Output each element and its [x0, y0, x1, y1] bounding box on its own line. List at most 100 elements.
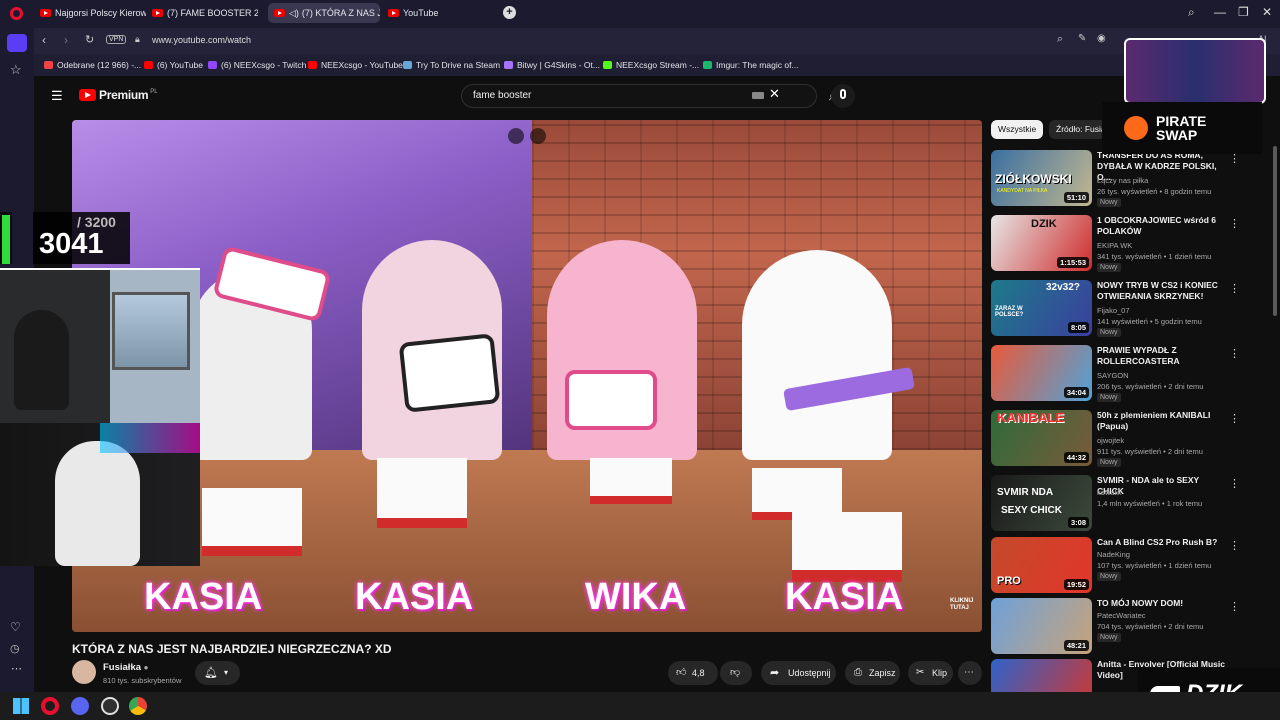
chrome-taskbar-icon[interactable]	[129, 697, 147, 715]
camera-icon[interactable]: ◉	[1097, 33, 1106, 44]
video-thumbnail[interactable]: 34:04	[991, 345, 1092, 401]
recommendation-item[interactable]: PRO 19:52 Can A Blind CS2 Pro Rush B? Nad…	[991, 537, 1280, 595]
windows-start-icon[interactable]	[13, 698, 29, 714]
bookmark-steam[interactable]: Try To Drive na Steam	[403, 60, 500, 70]
vpn-badge[interactable]: VPN	[106, 35, 127, 44]
name-caption-1: KASIA	[144, 576, 263, 618]
recommendation-item[interactable]: 48:21 TO MÓJ NOWY DOM! PatecWariatec 704…	[991, 598, 1280, 656]
bookmark-gmail[interactable]: Odebrane (12 966) -...	[44, 60, 141, 70]
bookmark-neex-yt[interactable]: NEEXcsgo - YouTube	[308, 60, 403, 70]
miniplayer-icon[interactable]	[508, 128, 524, 144]
name-caption-4: KASIA	[785, 576, 904, 618]
url-field[interactable]: www.youtube.com/watch	[152, 35, 251, 45]
video-player[interactable]: KASIA KASIA WIKA KASIA KLIKNIJ TUTAJ	[72, 120, 982, 632]
page-scrollbar[interactable]	[1273, 146, 1277, 316]
star-icon[interactable]: ☆	[10, 62, 22, 78]
chip-all[interactable]: Wszystkie	[991, 120, 1044, 139]
steam-icon	[403, 61, 412, 69]
more-icon[interactable]: ⋯	[11, 662, 22, 675]
snapshot-icon[interactable]: ✎	[1078, 33, 1086, 44]
tab-2[interactable]: (7) FAME BOOSTER 2: Cast	[146, 3, 258, 23]
more-options-icon[interactable]: ⋮	[1229, 539, 1240, 552]
dislike-button[interactable]: 👎︎	[720, 661, 752, 685]
recommendation-item[interactable]: 34:04 PRAWIE WYPADŁ Z ROLLERCOASTERA SAY…	[991, 345, 1280, 403]
lock-icon: 🔒︎	[135, 34, 140, 44]
clip-button[interactable]: ✂ Klip	[908, 661, 953, 685]
tab-3-active[interactable]: ◁)(7) KTÓRA Z NAS JEST	[268, 3, 380, 23]
more-options-icon[interactable]: ⋮	[1229, 412, 1240, 425]
video-thumbnail[interactable]: 32v32? ZARAZ W POLSCE? 8:05	[991, 280, 1092, 336]
tab-label: (7) FAME BOOSTER 2: Cast	[167, 8, 258, 18]
notifications-button[interactable]: 🔔︎ ▾	[195, 661, 240, 685]
more-options-icon[interactable]: ⋮	[1229, 347, 1240, 360]
mic-button[interactable]	[831, 84, 855, 108]
video-thumbnail[interactable]: KANIBALE 44:32	[991, 410, 1092, 466]
youtube-logo[interactable]: Premium PL	[79, 88, 158, 102]
search-tabs-icon[interactable]: ⌕	[1188, 5, 1195, 20]
obs-taskbar-icon[interactable]	[101, 697, 119, 715]
recommendation-item[interactable]: KANIBALE 44:32 50h z plemieniem KANIBALI …	[991, 410, 1280, 468]
minimize-button[interactable]: —	[1214, 5, 1226, 19]
opera-taskbar-icon[interactable]	[41, 697, 59, 715]
channel-avatar[interactable]	[72, 660, 96, 684]
new-badge: Nowy	[1097, 328, 1121, 337]
keyboard-icon[interactable]	[752, 92, 764, 99]
recommendation-item[interactable]: ZIÓŁKOWSKI KANDYDAT NA PIŁKA 51:10 TRANSFE…	[991, 150, 1280, 208]
video-thumbnail[interactable]: ZIÓŁKOWSKI KANDYDAT NA PIŁKA 51:10	[991, 150, 1092, 206]
share-icon: ➦	[770, 667, 780, 679]
recommendation-item[interactable]: SVMIR NDA SEXY CHICK 3:08 SVMIR - NDA ale …	[991, 475, 1280, 533]
save-button[interactable]: ⎙ Zapisz	[845, 661, 900, 685]
more-options-icon[interactable]: ⋮	[1229, 282, 1240, 295]
gmail-icon	[44, 61, 53, 69]
video-thumbnail[interactable]: SVMIR NDA SEXY CHICK 3:08	[991, 475, 1092, 531]
heart-icon[interactable]: ♡	[10, 620, 21, 634]
discord-taskbar-icon[interactable]	[71, 697, 89, 715]
bookmark-twitch[interactable]: (6) NEEXcsgo - Twitch	[208, 60, 306, 70]
case-opening-widget	[1124, 38, 1266, 104]
more-options-icon[interactable]: ⋮	[1229, 477, 1240, 490]
tab-1[interactable]: Najgorsi Polscy Kierowcy 2	[34, 3, 146, 23]
name-caption-2: KASIA	[355, 576, 474, 618]
new-badge: Nowy	[1097, 198, 1121, 207]
back-icon[interactable]: ‹	[42, 33, 46, 47]
video-thumbnail[interactable]	[991, 659, 1092, 692]
share-button[interactable]: ➦ Udostępnij	[761, 661, 836, 685]
youtube-favicon-icon	[388, 9, 399, 17]
like-button[interactable]: 👍︎ 4,8 tys.	[668, 661, 718, 685]
mic-icon	[840, 89, 846, 99]
clear-search-icon[interactable]: ✕	[769, 86, 780, 102]
recommendation-channel: PatecWariatec	[1097, 611, 1146, 620]
pirate-swap-label: PIRATE SWAP	[1156, 113, 1207, 143]
address-search-icon[interactable]: ⌕	[1057, 33, 1063, 46]
reload-icon[interactable]: ↻	[85, 33, 94, 46]
recommendation-item[interactable]: DZIK 1:15:53 1 OBCOKRAJOWIEC wśród 6 POLA…	[991, 215, 1280, 273]
video-thumbnail[interactable]: PRO 19:52	[991, 537, 1092, 593]
bookmark-youtube[interactable]: (6) YouTube	[144, 60, 203, 70]
thumbnail-text: PRO	[997, 575, 1021, 587]
speaker-icon[interactable]: ◁)	[289, 8, 299, 19]
forward-icon[interactable]: ›	[64, 33, 68, 47]
recommendation-meta: 26 tys. wyświetleń • 8 godzin temu	[1097, 187, 1212, 196]
opera-logo[interactable]	[10, 7, 23, 20]
history-icon[interactable]: ◷	[10, 642, 20, 655]
more-options-icon[interactable]: ⋮	[1229, 600, 1240, 613]
close-window-button[interactable]: ✕	[1262, 5, 1272, 19]
home-icon[interactable]	[7, 34, 27, 52]
tab-4[interactable]: YouTube	[382, 3, 496, 23]
skip-icon[interactable]	[530, 128, 546, 144]
bookmark-g4skins[interactable]: Bitwy | G4Skins - Ot...	[504, 60, 600, 70]
recommendation-channel: EKIPA WK	[1097, 241, 1133, 250]
more-actions-button[interactable]: ⋯	[958, 661, 982, 685]
bookmark-kick[interactable]: NEEXcsgo Stream -...	[603, 60, 699, 70]
maximize-button[interactable]: ❐	[1238, 5, 1249, 19]
recommendation-item[interactable]: 32v32? ZARAZ W POLSCE? 8:05 NOWY TRYB W CS…	[991, 280, 1280, 338]
more-options-icon[interactable]: ⋮	[1229, 217, 1240, 230]
thumbs-up-icon: 👍︎	[676, 667, 687, 678]
new-tab-button[interactable]: +	[503, 6, 516, 19]
channel-name[interactable]: Fusiałka ●	[103, 662, 149, 673]
bookmark-imgur[interactable]: Imgur: The magic of...	[703, 60, 799, 70]
video-thumbnail[interactable]: 48:21	[991, 598, 1092, 654]
menu-icon[interactable]: ☰	[51, 88, 63, 104]
recommendation-channel: kowalik	[1097, 488, 1122, 497]
video-thumbnail[interactable]: DZIK 1:15:53	[991, 215, 1092, 271]
